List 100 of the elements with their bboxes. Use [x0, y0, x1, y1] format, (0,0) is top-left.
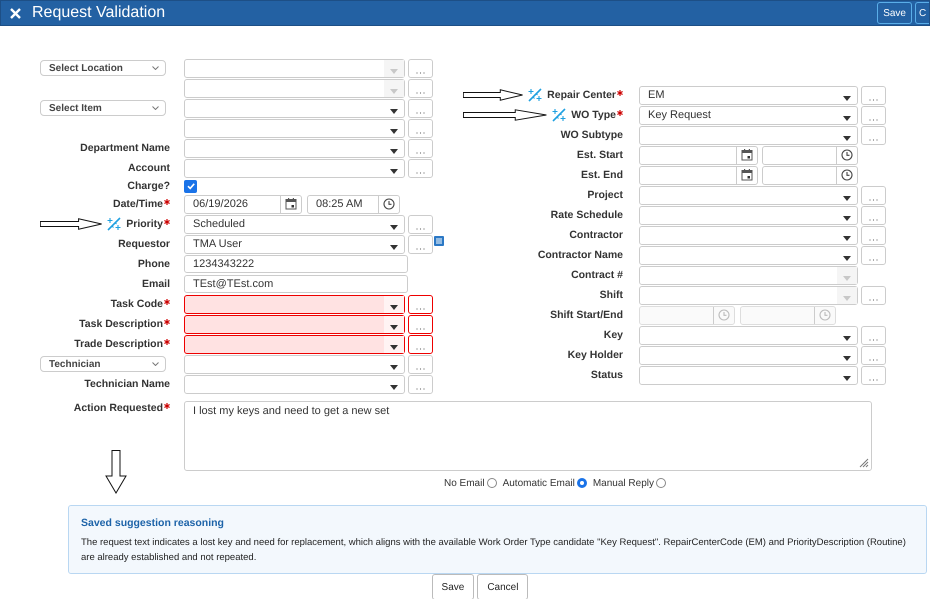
- caret-icon: [843, 116, 851, 120]
- field-label: Contractor: [569, 229, 623, 241]
- field-label: Priority: [126, 218, 170, 230]
- dropdown-field[interactable]: [639, 226, 858, 244]
- caret-icon: [843, 196, 851, 200]
- field-label: Contract #: [571, 269, 623, 281]
- radio-button[interactable]: [656, 478, 666, 488]
- caret-icon: [390, 364, 398, 370]
- radio-label: No Email: [444, 478, 485, 488]
- dropdown-field[interactable]: [639, 246, 858, 264]
- caret-icon: [390, 108, 398, 114]
- radio-label: Automatic Email: [502, 478, 575, 488]
- panel-title: Saved suggestion reasoning: [81, 517, 225, 529]
- caret-icon: [843, 236, 851, 240]
- list-icon[interactable]: [434, 236, 444, 246]
- field-label: WO Subtype: [560, 129, 623, 141]
- window-title: Request Validation: [32, 4, 166, 22]
- caret-icon: [390, 304, 398, 310]
- field-label: Repair Center: [547, 89, 623, 101]
- save-button[interactable]: Save: [432, 574, 474, 599]
- lookup-button[interactable]: [408, 334, 433, 354]
- chevron-icon: [152, 362, 159, 366]
- dropdown-field[interactable]: [184, 314, 405, 334]
- chevron-icon: [152, 106, 159, 110]
- arrow-icon: [463, 89, 524, 101]
- caret-icon: [390, 324, 398, 330]
- checkbox[interactable]: [184, 180, 197, 192]
- caret-icon: [843, 376, 851, 380]
- dropdown-field[interactable]: EM: [639, 86, 858, 104]
- caret-icon: [843, 276, 851, 280]
- field-label: Est. Start: [576, 149, 623, 161]
- caret-icon: [390, 384, 398, 390]
- dropdown-field[interactable]: Key Request: [639, 106, 858, 124]
- input-field[interactable]: 1234343222: [184, 255, 408, 273]
- chevron-icon: [152, 66, 159, 70]
- arrow-icon: [40, 218, 102, 230]
- dropdown-field[interactable]: TMA User: [184, 234, 405, 254]
- field-label: Email: [142, 278, 170, 290]
- dropdown-field[interactable]: [184, 138, 405, 158]
- dropdown-field[interactable]: [184, 118, 405, 138]
- time-field[interactable]: 08:25 AM: [307, 194, 400, 214]
- radio-button[interactable]: [576, 478, 587, 488]
- dropdown-field[interactable]: [639, 366, 858, 384]
- clock-icon: [718, 309, 730, 321]
- calendar-icon: [741, 169, 753, 181]
- time-field[interactable]: [762, 146, 858, 164]
- check-icon: [186, 181, 196, 191]
- time-field[interactable]: [762, 166, 858, 184]
- caret-icon: [390, 148, 398, 154]
- dropdown-field[interactable]: Scheduled: [184, 214, 405, 234]
- radio-label: Manual Reply: [592, 478, 654, 488]
- radio-button[interactable]: [486, 478, 497, 488]
- dropdown-field[interactable]: [184, 354, 405, 374]
- caret-icon: [390, 168, 398, 174]
- field-label: Rate Schedule: [550, 209, 623, 221]
- select-dropdown[interactable]: Technician: [40, 356, 166, 372]
- caret-icon: [390, 68, 398, 74]
- dropdown-field[interactable]: [184, 158, 405, 178]
- arrow-icon: [463, 109, 548, 121]
- dropdown-field[interactable]: [184, 98, 405, 118]
- dropdown-field[interactable]: [639, 206, 858, 224]
- dropdown-field[interactable]: [639, 186, 858, 204]
- clock-icon: [819, 309, 831, 321]
- header-button[interactable]: C: [915, 2, 929, 24]
- input-field[interactable]: TEst@TEst.com: [184, 275, 408, 293]
- date-field[interactable]: [639, 166, 758, 184]
- dropdown-field[interactable]: [184, 294, 405, 314]
- field-label: Account: [128, 162, 170, 174]
- field-label: Action Requested: [74, 402, 170, 414]
- dropdown-field[interactable]: [639, 326, 858, 344]
- field-label: Trade Description: [74, 338, 170, 350]
- field-label: Shift: [600, 289, 623, 301]
- panel-text: The request text indicates a lost key and need for replacement, which aligns with the available Work Order Type candidate "Key Request". RepairCenterCode (EM) and PriorityDescription (Routine) are already established and not repeated.: [81, 536, 907, 565]
- caret-icon: [843, 356, 851, 360]
- save-button[interactable]: Save: [877, 2, 912, 24]
- field-label: Task Code: [110, 298, 170, 310]
- caret-icon: [390, 344, 398, 350]
- clock-icon: [841, 169, 853, 181]
- date-field[interactable]: 06/19/2026: [184, 194, 302, 214]
- dropdown-field[interactable]: [184, 334, 405, 354]
- clock-icon: [841, 149, 853, 161]
- caret-icon: [390, 244, 398, 250]
- field-label: Charge?: [127, 180, 170, 192]
- field-label: WO Type: [571, 109, 623, 121]
- date-field[interactable]: [639, 146, 758, 164]
- close-icon[interactable]: [10, 8, 21, 18]
- dropdown-field[interactable]: [639, 126, 858, 144]
- field-label: Requestor: [118, 238, 170, 250]
- dropdown-field[interactable]: [639, 346, 858, 364]
- select-dropdown[interactable]: Select Item: [40, 100, 166, 116]
- caret-icon: [843, 336, 851, 340]
- field-label: Status: [590, 369, 623, 381]
- lookup-button[interactable]: [408, 294, 433, 314]
- dropdown-field[interactable]: [184, 374, 405, 394]
- cancel-button[interactable]: Cancel: [477, 574, 528, 599]
- field-label: Task Description: [79, 318, 170, 330]
- caret-icon: [843, 296, 851, 300]
- caret-icon: [390, 224, 398, 230]
- lookup-button[interactable]: [408, 314, 433, 334]
- text-area[interactable]: I lost my keys and need to get a new set: [184, 401, 872, 471]
